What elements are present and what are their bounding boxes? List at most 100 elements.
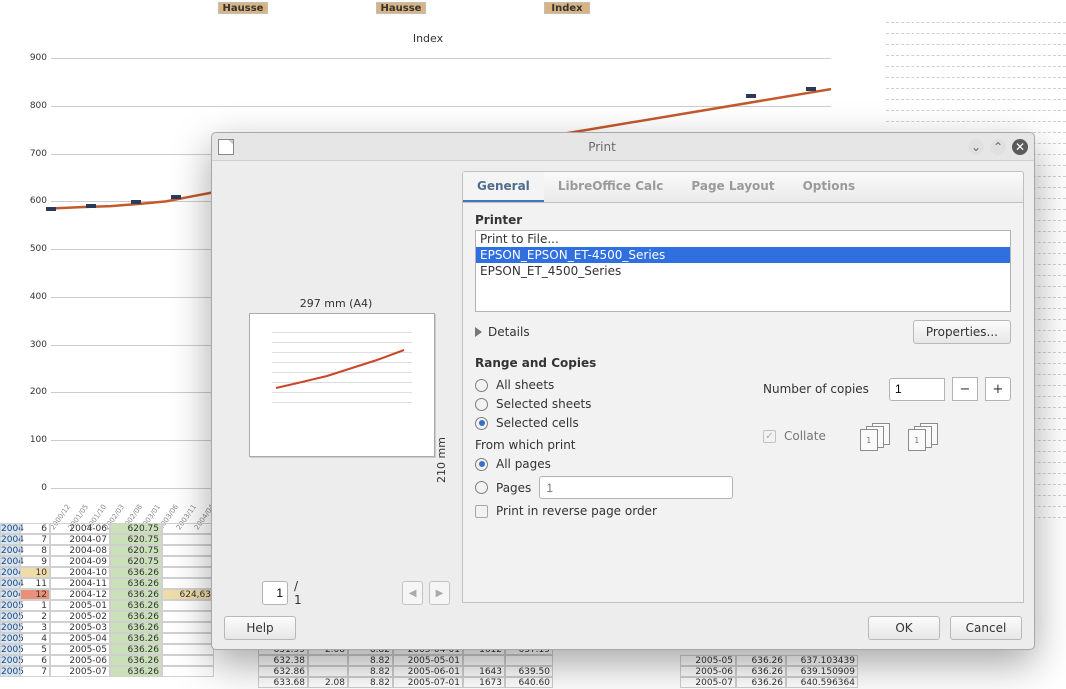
cell: 4 (20, 633, 50, 644)
cell: 2004-08 (50, 545, 110, 556)
cell (162, 567, 214, 578)
cell: 636.26 (736, 655, 786, 666)
copies-decrement[interactable]: − (952, 377, 978, 401)
printer-item[interactable]: EPSON_EPSON_ET-4500_Series (476, 247, 1010, 263)
prev-page-button[interactable]: ◀ (402, 581, 423, 605)
cell: 636.26 (110, 589, 162, 600)
radio-all-pages[interactable]: All pages (475, 457, 735, 471)
radio-label: Selected sheets (496, 397, 591, 411)
cell: 2004 (0, 589, 20, 600)
cell (162, 600, 214, 611)
cell: 636.26 (110, 578, 162, 589)
cell: 636.26 (110, 633, 162, 644)
page-number-input[interactable] (262, 581, 288, 605)
y-tick-label: 700 (21, 149, 47, 159)
cell: 6 (20, 523, 50, 534)
next-page-button[interactable]: ▶ (429, 581, 450, 605)
y-tick-label: 900 (21, 53, 47, 63)
printer-list[interactable]: Print to File...EPSON_EPSON_ET-4500_Seri… (475, 230, 1011, 312)
cell: 3 (20, 622, 50, 633)
cell (162, 578, 214, 589)
checkbox-icon (475, 505, 488, 518)
cell: 2004 (0, 556, 20, 567)
cell: 2005-01 (50, 600, 110, 611)
pages-input[interactable] (539, 476, 733, 499)
from-which-label: From which print (475, 438, 735, 452)
cell: 2005-05 (50, 644, 110, 655)
cell: 633.68 (258, 677, 308, 688)
cell: 636.26 (736, 677, 786, 688)
cell: 636.26 (736, 666, 786, 677)
copies-increment[interactable]: + (985, 377, 1011, 401)
cell: 2004 (0, 523, 20, 534)
maximize-icon[interactable]: ⌃ (990, 139, 1006, 155)
radio-selected-sheets[interactable]: Selected sheets (475, 397, 735, 411)
chevron-right-icon (475, 327, 482, 337)
cell: 2004 (0, 545, 20, 556)
cell: 10 (20, 567, 50, 578)
column-header: Hausse (376, 2, 426, 14)
cell: 640.596364 (786, 677, 858, 688)
minimize-icon[interactable]: ⌄ (968, 139, 984, 155)
print-dialog: Print ⌄ ⌃ ✕ 297 mm (A4) / 1 ◀ ▶ 210 mm G… (211, 132, 1035, 650)
y-tick-label: 600 (21, 196, 47, 206)
cell: 8.82 (348, 655, 393, 666)
range-section-label: Range and Copies (475, 356, 1011, 370)
copies-input[interactable] (889, 378, 945, 401)
help-button[interactable]: Help (224, 616, 296, 640)
cell: 2005-05-01 (393, 655, 463, 666)
close-icon[interactable]: ✕ (1012, 139, 1028, 155)
radio-icon (475, 458, 488, 471)
tab-general[interactable]: General (463, 172, 544, 202)
cell: 8.82 (348, 677, 393, 688)
cell (162, 622, 214, 633)
tab-options[interactable]: Options (789, 172, 870, 202)
cell: 2005-07-01 (393, 677, 463, 688)
page-total-label: / 1 (294, 579, 309, 607)
cell (162, 666, 214, 677)
cell: 2005-07 (680, 677, 736, 688)
cell: 620.75 (110, 545, 162, 556)
reverse-order-checkbox[interactable]: Print in reverse page order (475, 504, 735, 518)
y-tick-label: 800 (21, 101, 47, 111)
radio-selected-cells[interactable]: Selected cells (475, 416, 735, 430)
tab-calc[interactable]: LibreOffice Calc (544, 172, 678, 202)
dialog-titlebar[interactable]: Print ⌄ ⌃ ✕ (212, 133, 1034, 161)
copies-label: Number of copies (763, 382, 869, 396)
tab-page-layout[interactable]: Page Layout (677, 172, 788, 202)
y-tick-label: 0 (21, 483, 47, 493)
cell: 6 (20, 655, 50, 666)
cell: 2005-05 (680, 655, 736, 666)
cancel-button[interactable]: Cancel (950, 616, 1022, 640)
radio-pages[interactable]: Pages (475, 476, 735, 499)
cell: 2005-06-01 (393, 666, 463, 677)
properties-button[interactable]: Properties... (913, 320, 1011, 344)
cell: 2004 (0, 578, 20, 589)
cell (463, 655, 505, 666)
cell (308, 655, 348, 666)
details-toggle[interactable]: Details (475, 325, 530, 339)
printer-item[interactable]: Print to File... (476, 231, 1010, 247)
column-header: Index (544, 2, 590, 14)
radio-label: Selected cells (496, 416, 579, 430)
radio-all-sheets[interactable]: All sheets (475, 378, 735, 392)
cell: 2005-02 (50, 611, 110, 622)
cell: 636.26 (110, 644, 162, 655)
cell: 2004-11 (50, 578, 110, 589)
cell: 636.26 (110, 655, 162, 666)
collate-illustration: 3 2 1 3 2 1 (860, 423, 944, 449)
cell: 2004-10 (50, 567, 110, 578)
cell (162, 556, 214, 567)
cell: 2.08 (308, 677, 348, 688)
ok-button[interactable]: OK (868, 616, 940, 640)
cell: 2005 (0, 644, 20, 655)
cell: 2004-06 (50, 523, 110, 534)
cell: 624,63 (162, 589, 214, 600)
tab-bar: General LibreOffice Calc Page Layout Opt… (462, 171, 1024, 203)
radio-label: All pages (496, 457, 551, 471)
cell: 2005 (0, 611, 20, 622)
printer-item[interactable]: EPSON_ET_4500_Series (476, 263, 1010, 279)
cell: 7 (20, 534, 50, 545)
cell: 2005 (0, 655, 20, 666)
cell: 637.103439 (786, 655, 858, 666)
